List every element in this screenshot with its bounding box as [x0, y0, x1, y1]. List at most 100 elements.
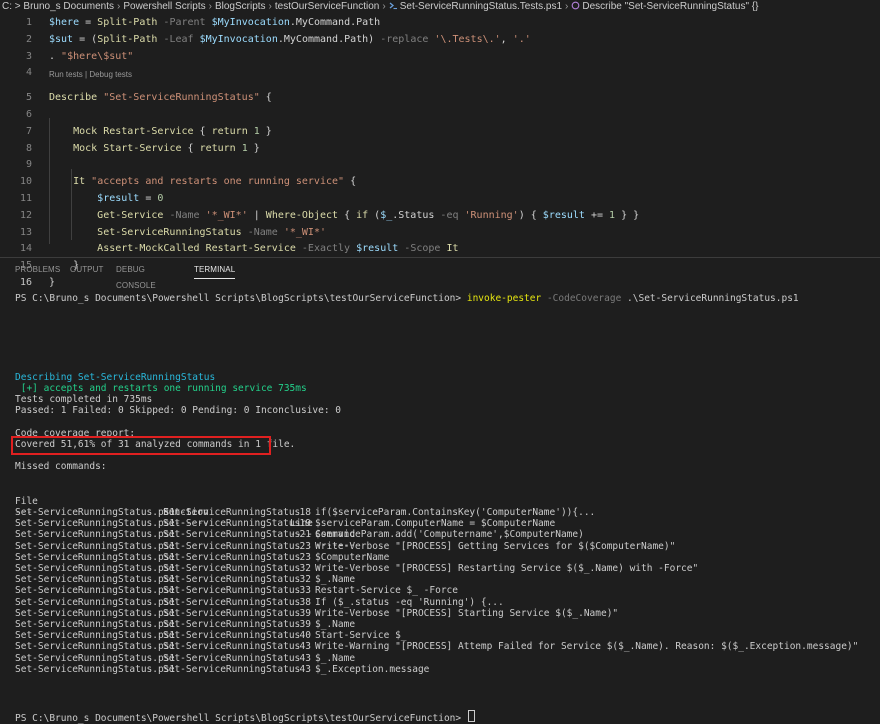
code-line[interactable]: 1 $here = Split-Path -Parent $MyInvocatio… — [0, 14, 880, 31]
cell-file: Set-ServiceRunningStatus.ps1 — [15, 630, 176, 642]
code-line[interactable]: 9 — [0, 156, 880, 173]
table-row: Set-ServiceRunningStatus.ps1 Set-ServiceR… — [15, 529, 865, 540]
breadcrumb-item[interactable]: C: > Bruno_s Documents — [2, 0, 114, 14]
code-text: Assert-MockCalled Restart-Service -Exact… — [97, 243, 459, 255]
table-row: Set-ServiceRunningStatus.ps1 Set-ServiceR… — [15, 541, 865, 552]
code-line[interactable]: 12 Get-Service -Name '*_WI*' | Where-Obj… — [0, 207, 880, 224]
chevron-right-icon: › — [117, 1, 121, 12]
cell-command: Write-Verbose "[PROCESS] Starting Servic… — [315, 607, 619, 619]
code-line[interactable]: 7 Mock Restart-Service { return 1 } — [0, 123, 880, 140]
cell-file: Set-ServiceRunningStatus.ps1 — [15, 574, 176, 586]
cell-line: 32 — [299, 563, 311, 574]
cell-file: Set-ServiceRunningStatus.ps1 — [15, 551, 176, 563]
terminal-param: -CodeCoverage — [546, 293, 622, 304]
code-line[interactable]: 4 — [0, 64, 880, 81]
table-row: Set-ServiceRunningStatus.ps1 Set-ServiceR… — [15, 630, 865, 641]
code-text: . "$here\$sut" — [49, 50, 134, 62]
breadcrumb: C: > Bruno_s Documents › Powershell Script… — [0, 0, 880, 14]
cell-file: Set-ServiceRunningStatus.ps1 — [15, 518, 176, 530]
line-number: 11 — [19, 193, 32, 204]
cell-command: $ComputerName — [315, 551, 390, 563]
terminal-cursor[interactable] — [467, 710, 475, 722]
line-number: 14 — [19, 243, 32, 255]
code-text: Set-ServiceRunningStatus -Name '*_WI*' — [97, 226, 326, 238]
cell-line: 39 — [299, 619, 311, 630]
cell-file: Set-ServiceRunningStatus.ps1 — [15, 540, 176, 552]
code-text: Mock Start-Service { return 1 } — [73, 142, 260, 154]
table-row: Set-ServiceRunningStatus.ps1 Set-ServiceR… — [15, 619, 865, 630]
cell-file: Set-ServiceRunningStatus.ps1 — [15, 507, 176, 518]
cell-function: Set-ServiceRunningStatus — [163, 652, 301, 664]
cell-file: Set-ServiceRunningStatus.ps1 — [15, 652, 176, 664]
line-number: 2 — [25, 33, 32, 45]
terminal-final-prompt-line: PS C:\Bruno_s Documents\Powershell Scrip… — [15, 710, 475, 724]
line-number: 1 — [25, 17, 32, 28]
chevron-right-icon: › — [565, 1, 569, 12]
line-number: 9 — [25, 159, 32, 171]
cell-function: Set-ServiceRunningStatus — [163, 563, 301, 574]
cell-function: Set-ServiceRunningStatus — [163, 630, 301, 642]
tab-output[interactable]: OUTPUT — [70, 262, 104, 278]
code-line[interactable]: 11 $result = 0 — [0, 190, 880, 207]
code-editor[interactable]: Run tests | Debug tests 1 $here = Split-P… — [0, 14, 880, 288]
table-row: Set-ServiceRunningStatus.ps1 Set-ServiceR… — [15, 608, 865, 619]
code-line[interactable]: 5 Describe "Set-ServiceRunningStatus" { — [0, 89, 880, 106]
chevron-right-icon: › — [268, 1, 272, 12]
cell-command: $_.Name — [315, 652, 356, 664]
code-text: $sut = (Split-Path -Leaf $MyInvocation.M… — [49, 33, 531, 45]
line-number: 12 — [19, 209, 32, 221]
symbol-namespace-icon — [571, 1, 580, 10]
code-line[interactable]: 13 Set-ServiceRunningStatus -Name '*_WI*… — [0, 224, 880, 241]
breadcrumb-item[interactable]: BlogScripts — [215, 0, 266, 14]
cell-function: Set-ServiceRunningStatus — [163, 551, 301, 563]
table-row: Set-ServiceRunningStatus.ps1 Set-ServiceR… — [15, 585, 865, 596]
table-row: Set-ServiceRunningStatus.ps1 Set-ServiceR… — [15, 518, 865, 529]
cell-command: Start-Service $_ — [315, 630, 407, 642]
cell-command: If ($_.status -eq 'Running') {... — [315, 596, 504, 608]
cell-line: 18 — [299, 507, 311, 518]
cell-function: Set-ServiceRunningStatus — [163, 607, 301, 619]
panel-divider — [0, 257, 880, 258]
cell-line: 43 — [299, 652, 311, 664]
code-line[interactable]: 3 . "$here\$sut" — [0, 48, 880, 65]
breadcrumb-item[interactable]: Powershell Scripts — [123, 0, 205, 14]
cell-line: 43 — [299, 641, 311, 653]
cell-file: Set-ServiceRunningStatus.ps1 — [15, 585, 176, 597]
line-number: 3 — [25, 50, 32, 62]
terminal-arg: .\Set-ServiceRunningStatus.ps1 — [627, 293, 799, 304]
code-text: Mock Restart-Service { return 1 } — [73, 125, 272, 137]
code-line[interactable]: 8 Mock Start-Service { return 1 } — [0, 140, 880, 157]
code-line[interactable]: 2 $sut = (Split-Path -Leaf $MyInvocation.… — [0, 31, 880, 48]
terminal-command: invoke-pester — [466, 293, 542, 304]
breadcrumb-file[interactable]: Set-ServiceRunningStatus.Tests.ps1 — [400, 0, 562, 14]
tab-terminal[interactable]: TERMINAL — [194, 262, 236, 279]
table-header-row: File Function Line Command — [15, 485, 865, 540]
code-line[interactable]: 14 Assert-MockCalled Restart-Service -Ex… — [0, 240, 880, 257]
breadcrumb-item[interactable]: testOurServiceFunction — [275, 0, 380, 14]
table-dashes-row: ---- -------- ---- ------- — [15, 496, 865, 551]
cell-command: Restart-Service $_ -Force — [315, 585, 458, 597]
describing-line: Describing Set-ServiceRunningStatus — [15, 372, 216, 383]
cell-command: Write-Verbose "[PROCESS] Getting Service… — [315, 540, 676, 552]
code-text: $here = Split-Path -Parent $MyInvocation… — [49, 17, 381, 28]
cell-function: Set-ServiceRunningStatus — [163, 529, 301, 541]
tab-debug-console[interactable]: DEBUG CONSOLE — [116, 262, 156, 294]
passed-test-line: [+] accepts and restarts one running ser… — [15, 383, 307, 394]
tab-problems[interactable]: PROBLEMS — [15, 262, 60, 278]
line-number: 10 — [19, 176, 32, 188]
code-line[interactable]: 6 — [0, 106, 880, 123]
cell-file: Set-ServiceRunningStatus.ps1 — [15, 596, 176, 608]
cell-line: 40 — [299, 630, 311, 642]
cell-command: $serviceParam.add('Computername',$Comput… — [315, 529, 584, 541]
terminal-command-line: PS C:\Bruno_s Documents\Powershell Scrip… — [15, 293, 799, 304]
cell-command: $_.Exception.message — [315, 663, 430, 675]
cell-line: 39 — [299, 607, 311, 619]
line-number: 5 — [25, 92, 32, 104]
breadcrumb-symbol[interactable]: Describe "Set-ServiceRunningStatus" {} — [582, 0, 758, 14]
cell-command: $_.Name — [315, 574, 356, 586]
code-line[interactable]: 10 It "accepts and restarts one running … — [0, 173, 880, 190]
cell-function: Set-ServiceRunningStatus — [163, 663, 301, 675]
cell-line: 33 — [299, 585, 311, 597]
cell-file: Set-ServiceRunningStatus.ps1 — [15, 563, 176, 574]
cell-line: 19 — [299, 518, 311, 530]
